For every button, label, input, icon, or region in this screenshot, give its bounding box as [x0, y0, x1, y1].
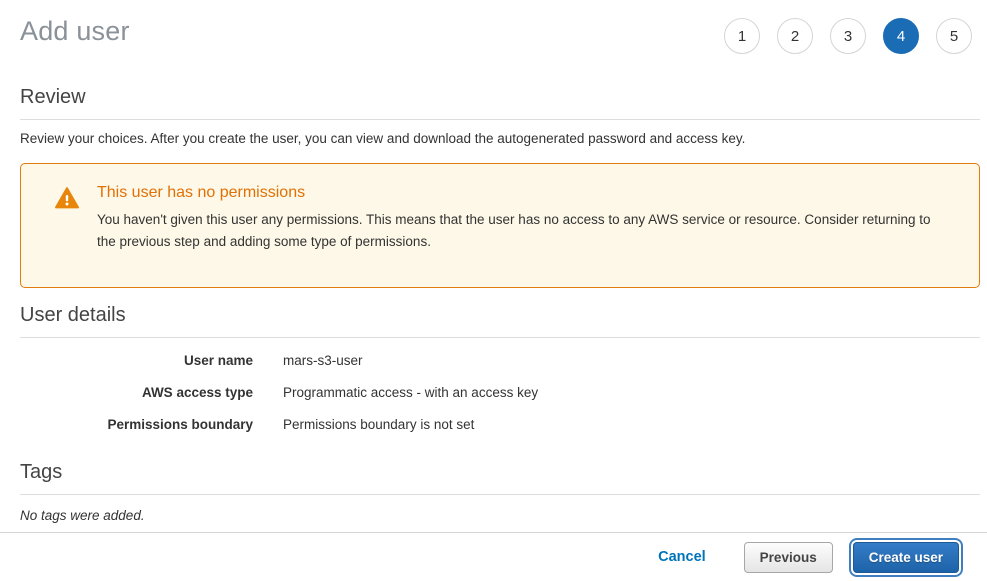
create-user-button[interactable]: Create user	[853, 542, 959, 573]
wizard-step-5[interactable]: 5	[936, 18, 972, 54]
warning-title: This user has no permissions	[97, 184, 943, 202]
review-page: Review Review your choices. After you cr…	[20, 86, 980, 523]
detail-row-permissions-boundary: Permissions boundary Permissions boundar…	[20, 417, 980, 432]
tags-empty-note: No tags were added.	[20, 508, 980, 523]
warning-triangle-icon	[55, 187, 79, 214]
page-title: Add user	[20, 16, 130, 47]
review-heading: Review	[20, 86, 980, 120]
wizard-step-indicator: 1 2 3 4 5	[724, 18, 972, 54]
wizard-step-2[interactable]: 2	[777, 18, 813, 54]
detail-label: User name	[20, 353, 253, 368]
warning-text: This user has no permissions You haven't…	[97, 184, 943, 254]
detail-label: AWS access type	[20, 385, 253, 400]
detail-row-access-type: AWS access type Programmatic access - wi…	[20, 385, 980, 400]
detail-value: Programmatic access - with an access key	[283, 385, 538, 400]
wizard-header: Add user 1 2 3 4 5	[0, 0, 987, 70]
user-details-list: User name mars-s3-user AWS access type P…	[20, 353, 980, 432]
cancel-link[interactable]: Cancel	[658, 549, 706, 565]
wizard-step-4-active[interactable]: 4	[883, 18, 919, 54]
detail-value: Permissions boundary is not set	[283, 417, 474, 432]
previous-button[interactable]: Previous	[744, 542, 833, 573]
detail-label: Permissions boundary	[20, 417, 253, 432]
detail-row-user-name: User name mars-s3-user	[20, 353, 980, 368]
tags-heading: Tags	[20, 461, 980, 495]
review-description: Review your choices. After you create th…	[20, 131, 980, 146]
detail-value: mars-s3-user	[283, 353, 363, 368]
wizard-step-3[interactable]: 3	[830, 18, 866, 54]
wizard-step-1[interactable]: 1	[724, 18, 760, 54]
warning-body: You haven't given this user any permissi…	[97, 209, 943, 254]
footer-action-bar: Cancel Previous Create user	[0, 532, 987, 581]
warning-banner: This user has no permissions You haven't…	[20, 163, 980, 288]
user-details-heading: User details	[20, 304, 980, 338]
